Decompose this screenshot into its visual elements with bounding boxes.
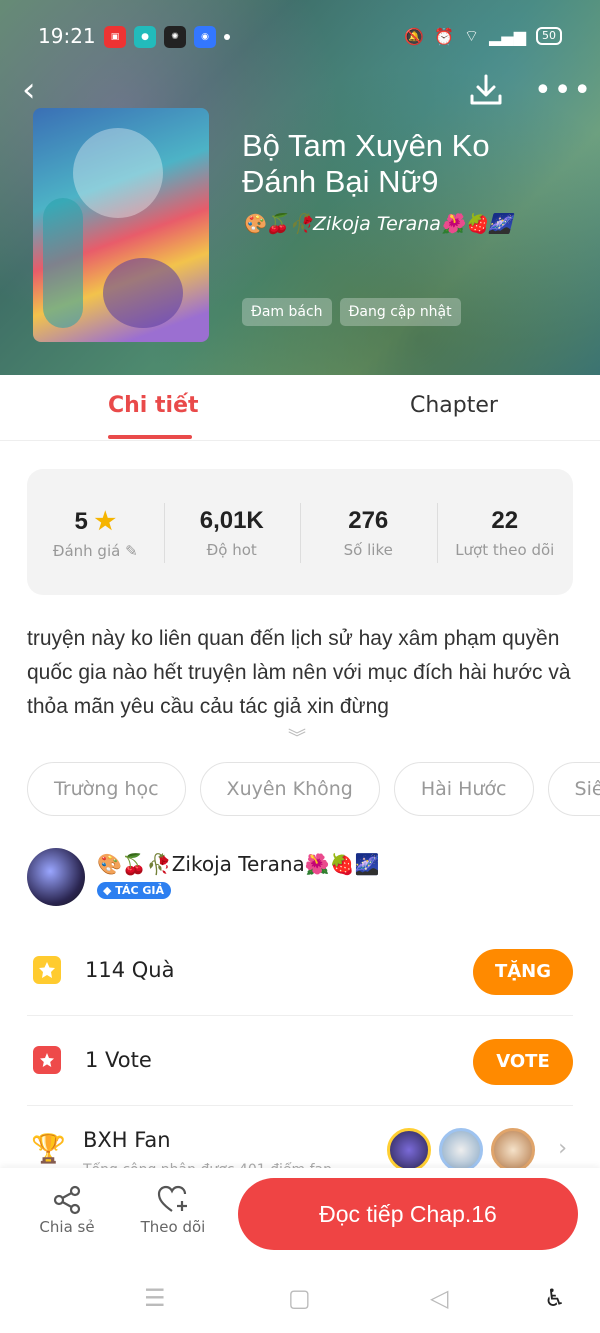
likes-label: Số like <box>343 541 393 559</box>
signal-app-icon: ◉ <box>194 26 216 48</box>
rating-value: 5 <box>74 508 88 535</box>
top-fans <box>387 1128 535 1172</box>
comic-description: truyện này ko liên quan đến lịch sử hay … <box>27 627 571 718</box>
likes-value: 276 <box>348 507 389 534</box>
back-triangle-icon[interactable]: ◁ <box>430 1284 448 1312</box>
system-icons: 🔕 ⏰ ⌔ ▂▄▆ 50 <box>404 26 562 46</box>
wifi-icon: ⌔ <box>464 26 480 45</box>
cellular-icon: ▂▄▆ <box>489 26 526 46</box>
vote-button[interactable]: VOTE <box>473 1039 573 1085</box>
tag-genre[interactable]: Đam bách <box>242 298 332 326</box>
battery-icon: 50 <box>536 27 562 45</box>
genre-chip[interactable]: Siêu <box>547 762 600 816</box>
followers-label: Lượt theo dõi <box>455 541 555 559</box>
status-bar: 19:21 ▣ ● ✺ ◉ 🔕 ⏰ ⌔ ▂▄▆ 50 <box>0 22 600 52</box>
genre-list: Trường học Xuyên Không Hài Hước Siêu <box>27 762 600 818</box>
home-square-icon[interactable]: ▢ <box>288 1284 311 1312</box>
author-avatar[interactable] <box>27 848 85 906</box>
fan-avatar[interactable] <box>491 1128 535 1172</box>
manga-app-icon: ▣ <box>104 26 126 48</box>
genre-chip[interactable]: Trường học <box>27 762 186 816</box>
give-gift-button[interactable]: TẶNG <box>473 949 573 995</box>
comic-tags: Đam bách Đang cập nhật <box>242 298 461 326</box>
continue-reading-button[interactable]: Đọc tiếp Chap.16 <box>238 1178 578 1250</box>
back-button[interactable]: ‹ <box>22 70 56 110</box>
fan-ranking-title: BXH Fan <box>83 1128 171 1152</box>
author-role-badge: ◆ TÁC GIẢ <box>97 882 171 899</box>
comic-author[interactable]: 🎨🍒🥀Zikoja Terana🌺🍓🌌 <box>242 212 512 235</box>
follow-button[interactable]: Theo dõi <box>128 1182 218 1236</box>
tab-chapter[interactable]: Chapter <box>410 393 498 418</box>
stat-followers: 22 Lượt theo dõi <box>436 469 574 595</box>
author-role-label: TÁC GIẢ <box>115 884 164 897</box>
fan-avatar[interactable] <box>439 1128 483 1172</box>
share-label: Chia sẻ <box>39 1218 95 1236</box>
rating-label: Đánh giá <box>52 542 121 560</box>
stat-hot: 6,01K Độ hot <box>163 469 301 595</box>
menu-icon[interactable]: ☰ <box>144 1284 166 1312</box>
chat-app-icon: ● <box>134 26 156 48</box>
share-icon <box>22 1182 112 1218</box>
trophy-icon: 🏆 <box>31 1132 66 1165</box>
gift-row: 114 Quà TẶNG <box>27 926 573 1016</box>
tab-detail[interactable]: Chi tiết <box>108 393 199 418</box>
expand-chevron-icon[interactable]: ︾ <box>288 724 306 750</box>
vote-ticket-icon <box>33 1046 61 1074</box>
more-options-icon[interactable]: ••• <box>534 76 591 106</box>
hero-header: 19:21 ▣ ● ✺ ◉ 🔕 ⏰ ⌔ ▂▄▆ 50 ‹ ••• Bộ Tam … <box>0 0 600 375</box>
mute-icon: 🔕 <box>404 26 425 46</box>
gift-count: 114 Quà <box>85 958 175 982</box>
follow-label: Theo dõi <box>140 1218 206 1236</box>
share-button[interactable]: Chia sẻ <box>22 1182 112 1236</box>
comic-title: Bộ Tam Xuyên Ko Đánh Bại Nữ9 <box>242 128 490 199</box>
status-time: 19:21 <box>38 24 96 48</box>
system-nav-bar: ☰ ▢ ◁ ♿ <box>0 1268 600 1333</box>
download-icon[interactable] <box>466 70 506 110</box>
alarm-icon: ⏰ <box>434 26 455 46</box>
stat-rating[interactable]: 5 ★ Đánh giá ✎ <box>27 469 164 595</box>
active-tab-indicator <box>108 435 192 439</box>
author-row[interactable]: 🎨🍒🥀Zikoja Terana🌺🍓🌌 ◆ TÁC GIẢ <box>27 848 573 908</box>
stats-card: 5 ★ Đánh giá ✎ 6,01K Độ hot 276 Số like … <box>27 469 573 595</box>
edit-pencil-icon: ✎ <box>125 542 138 560</box>
stat-likes: 276 Số like <box>300 469 437 595</box>
aperture-icon: ✺ <box>164 26 186 48</box>
hot-label: Độ hot <box>206 541 257 559</box>
followers-value: 22 <box>491 507 519 534</box>
vote-row: 1 Vote VOTE <box>27 1016 573 1106</box>
genre-chip[interactable]: Hài Hước <box>393 762 534 816</box>
author-name[interactable]: 🎨🍒🥀Zikoja Terana🌺🍓🌌 <box>97 852 379 876</box>
more-notifications-icon <box>224 34 230 40</box>
notification-icons: ▣ ● ✺ ◉ <box>104 26 230 48</box>
fan-avatar[interactable] <box>387 1128 431 1172</box>
chevron-right-icon: › <box>558 1136 567 1161</box>
comic-cover <box>33 108 209 342</box>
hot-value: 6,01K <box>199 507 264 534</box>
bottom-action-bar: Chia sẻ Theo dõi Đọc tiếp Chap.16 <box>0 1168 600 1268</box>
accessibility-icon[interactable]: ♿ <box>544 1284 566 1312</box>
star-icon: ★ <box>94 508 117 535</box>
tag-status: Đang cập nhật <box>339 298 461 326</box>
gift-icon <box>33 956 61 984</box>
vote-count: 1 Vote <box>85 1048 152 1072</box>
heart-plus-icon <box>128 1182 218 1218</box>
genre-chip[interactable]: Xuyên Không <box>199 762 380 816</box>
detail-tabs: Chi tiết Chapter <box>0 375 600 441</box>
